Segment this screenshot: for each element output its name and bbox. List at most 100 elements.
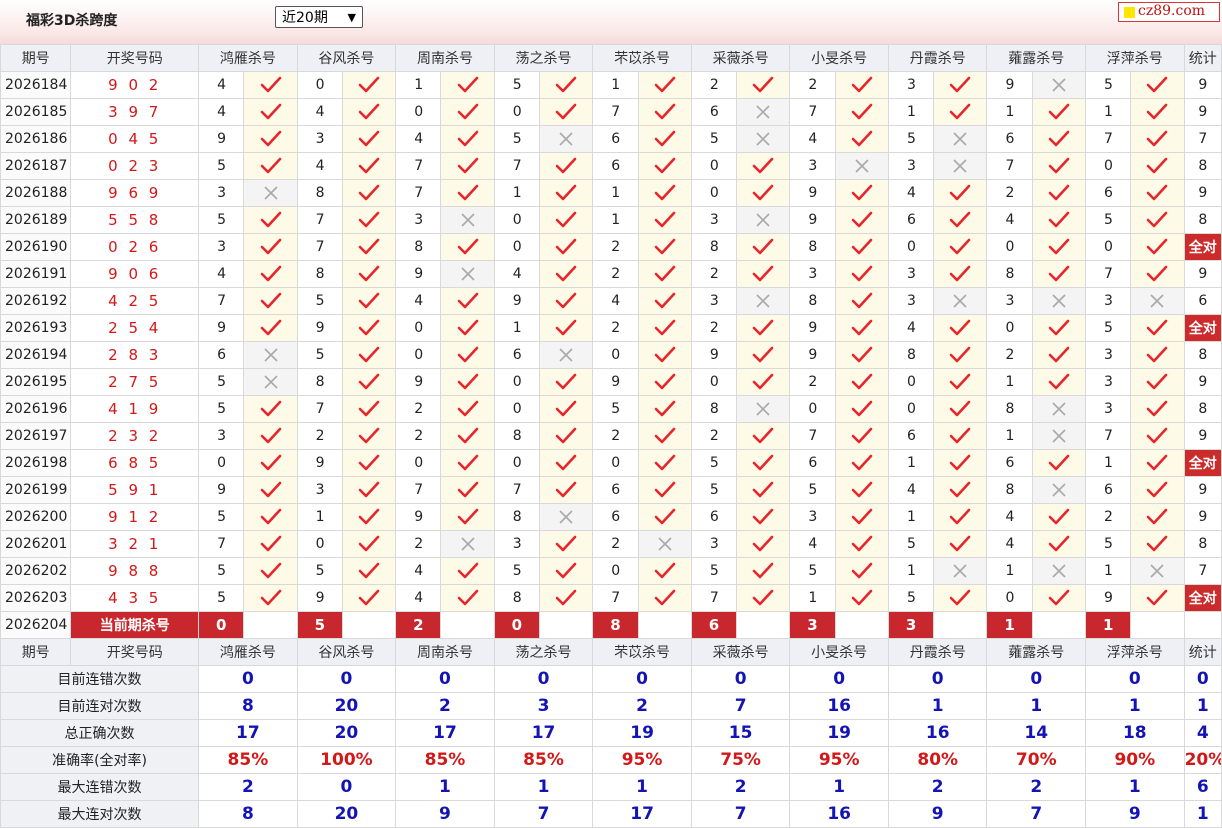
summary-value: 85% bbox=[198, 746, 298, 774]
check-mark-icon bbox=[851, 103, 873, 120]
hit-cell bbox=[1031, 449, 1087, 477]
stat-cell: 9 bbox=[1183, 260, 1222, 288]
period-cell: 2026199 bbox=[0, 476, 72, 504]
check-mark-icon bbox=[1048, 130, 1070, 147]
table-header-row: 期号 开奖号码 鸿雁杀号 谷风杀号 周南杀号 荡之杀号 芣苡杀号 采薇杀号 小旻杀号 丹霞杀号 蕹露… bbox=[0, 44, 1222, 72]
summary-row: 目前连对次数 8 20 2 3 2 7 16 1 1 1 1 bbox=[0, 692, 1222, 720]
check-mark-icon bbox=[851, 400, 873, 417]
site-logo[interactable]: cz89.com bbox=[1118, 2, 1220, 22]
hit-cell bbox=[538, 449, 594, 477]
kill-number-cell: 2 bbox=[592, 422, 639, 450]
check-mark-icon bbox=[260, 562, 281, 579]
table-row: 2026191 9 0 648942233879 bbox=[0, 260, 1222, 288]
miss-cell bbox=[933, 557, 988, 585]
hit-cell bbox=[1130, 233, 1185, 261]
summary-value: 7 bbox=[690, 800, 791, 828]
hit-cell bbox=[933, 503, 988, 531]
cross-mark-icon bbox=[461, 213, 475, 227]
header-expert: 荡之杀号 bbox=[493, 638, 594, 666]
miss-cell bbox=[538, 341, 594, 369]
kill-number-cell: 1 bbox=[296, 503, 343, 531]
stat-cell: 6 bbox=[1183, 287, 1222, 315]
summary-label: 总正确次数 bbox=[0, 719, 200, 747]
check-mark-icon bbox=[555, 76, 577, 93]
hit-cell bbox=[1130, 341, 1185, 369]
header-expert: 周南杀号 bbox=[395, 638, 495, 666]
summary-value: 90% bbox=[1085, 746, 1185, 774]
hit-cell bbox=[834, 233, 889, 261]
table-row: 2026200 9 1 25 1 9 8 6 6 3 1 4 2 9 bbox=[0, 503, 1222, 531]
cross-mark-icon bbox=[1052, 78, 1066, 92]
summary-value: 70% bbox=[986, 746, 1087, 774]
kill-number-cell: 4 bbox=[198, 260, 245, 288]
header-expert: 周南杀号 bbox=[395, 44, 495, 72]
check-mark-icon bbox=[457, 103, 478, 120]
summary-value: 2 bbox=[395, 692, 495, 720]
hit-cell bbox=[933, 260, 988, 288]
hit-cell bbox=[243, 503, 298, 531]
kill-number-cell: 5 bbox=[1085, 206, 1132, 234]
period-cell: 2026186 bbox=[0, 125, 72, 153]
hit-cell bbox=[1130, 125, 1185, 153]
kill-number-cell: 4 bbox=[198, 98, 245, 126]
hit-cell bbox=[736, 584, 791, 612]
miss-cell bbox=[1031, 422, 1087, 450]
check-mark-icon bbox=[654, 454, 675, 471]
hit-cell bbox=[933, 314, 988, 342]
kill-number-cell: 5 bbox=[198, 395, 245, 423]
kill-number-cell: 2 bbox=[395, 395, 442, 423]
check-mark-icon bbox=[358, 157, 380, 174]
current-blank-cell bbox=[1031, 611, 1087, 639]
check-mark-icon bbox=[851, 292, 873, 309]
check-mark-icon bbox=[1048, 346, 1070, 363]
miss-cell bbox=[736, 206, 791, 234]
kill-number-cell: 0 bbox=[690, 368, 738, 396]
hit-cell bbox=[1031, 179, 1087, 207]
check-mark-icon bbox=[654, 157, 675, 174]
check-mark-icon bbox=[358, 373, 380, 390]
check-mark-icon bbox=[457, 508, 478, 525]
all-right-badge: 全对 bbox=[1183, 449, 1222, 477]
check-mark-icon bbox=[654, 400, 675, 417]
kill-number-cell: 9 bbox=[986, 71, 1033, 99]
hit-cell bbox=[341, 584, 397, 612]
hit-cell bbox=[933, 341, 988, 369]
kill-number-cell: 2 bbox=[690, 260, 738, 288]
hit-cell bbox=[834, 260, 889, 288]
hit-cell bbox=[637, 98, 692, 126]
summary-value: 8 bbox=[198, 800, 298, 828]
cross-mark-icon bbox=[855, 159, 869, 173]
hit-cell bbox=[1031, 584, 1087, 612]
kill-number-cell: 5 bbox=[690, 125, 738, 153]
table-row: 2026193 2 5 4 9 9 0 1 2 2 9 4 0 5 全对 bbox=[0, 314, 1222, 342]
check-mark-icon bbox=[950, 238, 971, 255]
current-stat-cell bbox=[1183, 611, 1222, 639]
hit-cell bbox=[1031, 530, 1087, 558]
check-mark-icon bbox=[654, 211, 675, 228]
hit-cell bbox=[1130, 71, 1185, 99]
hit-cell bbox=[1130, 206, 1185, 234]
summary-value: 0 bbox=[395, 665, 495, 693]
stat-cell: 9 bbox=[1183, 368, 1222, 396]
hit-cell bbox=[1130, 449, 1185, 477]
kill-number-cell: 5 bbox=[1085, 71, 1132, 99]
kill-number-cell: 3 bbox=[789, 503, 836, 531]
current-blank-cell bbox=[834, 611, 889, 639]
kill-number-cell: 8 bbox=[493, 422, 541, 450]
kill-number-cell: 1 bbox=[887, 98, 935, 126]
period-cell: 2026192 bbox=[0, 287, 72, 315]
table-row: 2026189 5 5 857301396458 bbox=[0, 206, 1222, 234]
table-row: 2026185 3 9 744007671119 bbox=[0, 98, 1222, 126]
miss-cell bbox=[736, 395, 791, 423]
check-mark-icon bbox=[260, 400, 281, 417]
hit-cell bbox=[538, 233, 594, 261]
kill-number-cell: 0 bbox=[296, 71, 343, 99]
summary-value: 0 bbox=[1085, 665, 1185, 693]
current-kill-number: 8 bbox=[592, 611, 639, 639]
period-select[interactable]: 近20期 ▼ bbox=[275, 6, 363, 28]
summary-value: 0 bbox=[690, 665, 791, 693]
hit-cell bbox=[341, 260, 397, 288]
draw-number-cell: 3 9 7 bbox=[70, 98, 200, 126]
kill-number-cell: 4 bbox=[395, 584, 442, 612]
check-mark-icon bbox=[358, 265, 380, 282]
